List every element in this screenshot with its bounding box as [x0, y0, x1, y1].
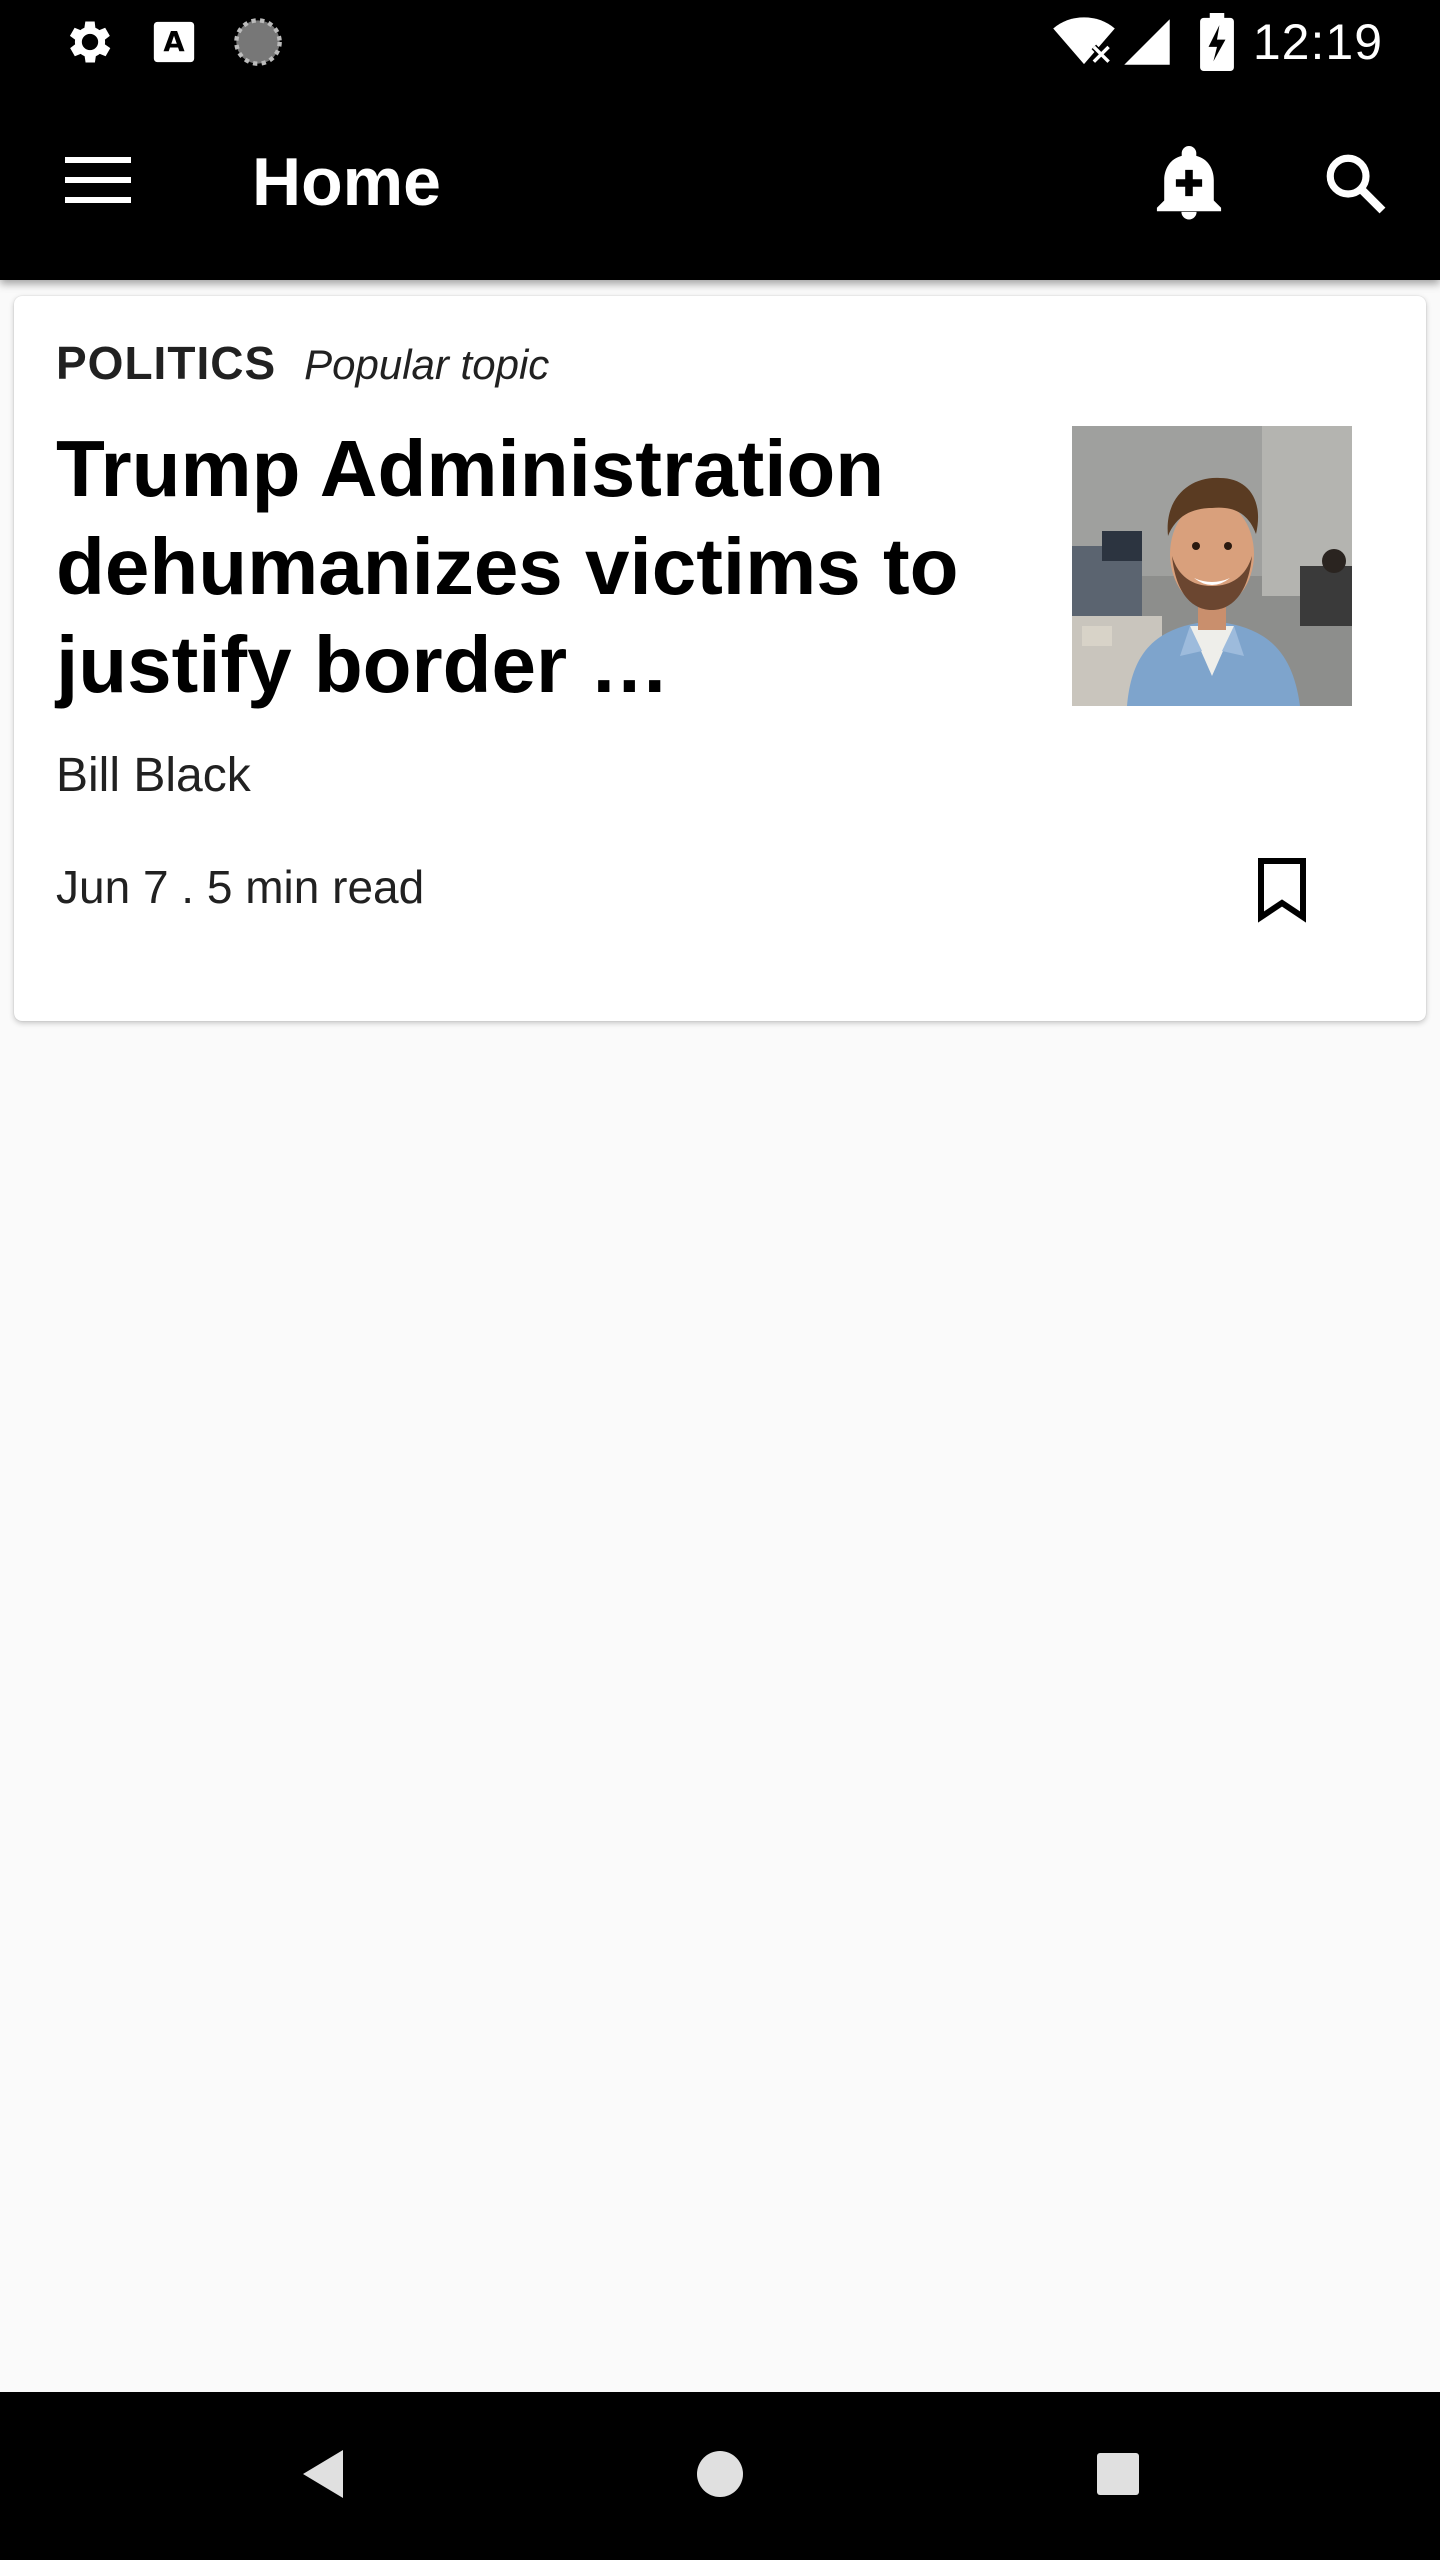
- svg-text:A: A: [163, 26, 185, 58]
- recents-button[interactable]: [1068, 2426, 1168, 2526]
- loading-circle-icon: [232, 0, 284, 84]
- search-button[interactable]: [1300, 140, 1410, 230]
- article-meta: Jun 7 . 5 min read: [56, 861, 425, 913]
- menu-button[interactable]: [38, 140, 158, 224]
- home-icon: [696, 2450, 744, 2503]
- font-a-icon: A: [152, 0, 196, 84]
- menu-icon: [65, 155, 131, 210]
- back-icon: [299, 2448, 345, 2505]
- recents-icon: [1096, 2452, 1140, 2501]
- battery-charging-icon: [1200, 0, 1234, 84]
- bookmark-button[interactable]: [1232, 842, 1332, 942]
- home-button[interactable]: [670, 2426, 770, 2526]
- article-author[interactable]: Bill Black: [56, 748, 251, 803]
- topic-row: POLITICS Popular topic: [56, 336, 549, 392]
- article-thumbnail[interactable]: [1072, 426, 1352, 706]
- search-icon: [1322, 150, 1388, 221]
- wifi-off-icon: [1052, 0, 1116, 84]
- status-time: 12:19: [1252, 14, 1383, 70]
- navigation-bar: [0, 2392, 1440, 2560]
- article-headline[interactable]: Trump Administration dehumanizes victims…: [56, 420, 976, 714]
- settings-icon: [62, 0, 118, 84]
- article-card[interactable]: POLITICS Popular topic Trump Administrat…: [14, 296, 1426, 1021]
- bookmark-icon: [1256, 857, 1308, 928]
- back-button[interactable]: [272, 2426, 372, 2526]
- topic-label[interactable]: POLITICS: [56, 336, 276, 390]
- signal-icon: [1122, 0, 1172, 84]
- status-bar: A 12:19: [0, 0, 1440, 84]
- add-alert-button[interactable]: [1134, 140, 1244, 230]
- add-alert-icon: [1154, 143, 1224, 228]
- topic-note: Popular topic: [304, 341, 550, 388]
- page-title: Home: [252, 144, 441, 220]
- app-bar: Home: [0, 84, 1440, 280]
